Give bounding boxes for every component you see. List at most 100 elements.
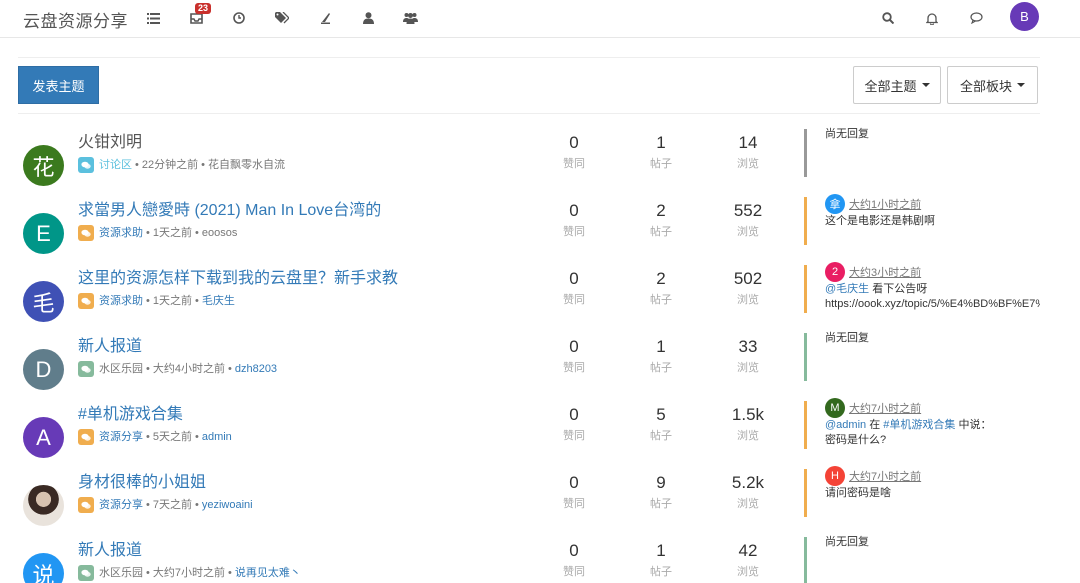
topic-author-avatar[interactable]: E [23,213,64,254]
topic-time[interactable]: 5天之前 [153,429,192,445]
last-reply-avatar[interactable]: M [825,398,845,418]
category-color-bar [804,469,807,517]
last-reply-content: 请问密码是啥 [825,487,891,499]
last-reply-time[interactable]: 大约3小时之前 [849,264,921,280]
topic-time[interactable]: 1天之前 [153,225,192,241]
topic-author[interactable]: 花自飘零水自流 [208,157,285,173]
user-icon[interactable] [358,9,378,27]
topic-author[interactable]: yeziwoaini [202,497,253,513]
topic-title[interactable]: 求當男人戀愛時 (2021) Man In Love台湾的 [78,200,381,222]
topic-author-avatar[interactable] [23,485,64,526]
stat-posts-count: 1 [656,541,666,560]
clock-icon[interactable] [229,9,249,27]
caret-down-icon [1017,83,1025,87]
stat-votes-label: 赞同 [563,226,585,238]
topic-title[interactable]: 身材很棒的小姐姐 [78,472,206,494]
last-reply-time[interactable]: 大约7小时之前 [849,400,921,416]
bell-icon[interactable] [922,9,942,27]
category-color-bar [804,265,807,313]
last-reply-avatar[interactable]: 2 [825,262,845,282]
stat-posts-count: 1 [656,133,666,152]
topic-author[interactable]: admin [202,429,232,445]
stat-posts-count: 1 [656,337,666,356]
topic-title[interactable]: 火钳刘明 [78,132,142,154]
topic-time[interactable]: 大约7小时之前 [153,565,225,581]
topic-author-avatar[interactable]: A [23,417,64,458]
topic-title[interactable]: 这里的资源怎样下载到我的云盘里？新手求教 [78,268,398,290]
topic-category[interactable]: 资源分享 [99,497,143,513]
topic-category[interactable]: 资源求助 [99,225,143,241]
topic-time[interactable]: 大约4小时之前 [153,361,225,377]
stat-views-label: 浏览 [737,498,759,510]
filter-topics-dropdown[interactable]: 全部主题 [853,66,941,104]
last-reply-time[interactable]: 大约1小时之前 [849,196,921,212]
last-reply-text-line2: https://oook.xyz/topic/5/%E4%BD%BF%E7%9 [825,298,1040,310]
users-icon[interactable] [400,9,420,27]
topic-time[interactable]: 7天之前 [153,497,192,513]
last-reply-content: 中说： [955,419,992,431]
stat-posts: 1 帖子 [631,132,691,172]
topic-author-avatar[interactable]: 说 [23,553,64,583]
topic-row: 花火钳刘明 讨论区 • 22分钟之前 • 花自飘零水自流 0 赞同 1 帖子 14 浏览 尚无回复 [0,128,1080,200]
topic-author[interactable]: eoosos [202,225,237,241]
list-icon[interactable] [143,9,163,27]
stat-views-count: 42 [738,541,758,560]
topic-time[interactable]: 1天之前 [153,293,192,309]
mention-link[interactable]: @admin [825,419,866,431]
stat-views-label: 浏览 [737,158,759,170]
stat-views: 33 浏览 [718,336,778,376]
no-reply-text: 尚无回复 [825,536,869,548]
topic-category[interactable]: 水区乐园 [99,565,143,581]
site-brand[interactable]: 云盘资源分享 [23,7,128,32]
last-reply-avatar[interactable]: 拿 [825,194,845,214]
topic-category[interactable]: 讨论区 [99,157,132,173]
topic-meta: 讨论区 • 22分钟之前 • 花自飘零水自流 [78,157,285,173]
comments-icon [78,361,94,377]
topic-meta: 资源求助 • 1天之前 • eoosos [78,225,237,241]
topic-author[interactable]: dzh8203 [235,361,277,377]
topic-row: 说新人报道 水区乐园 • 大约7小时之前 • 说再见太难丶 0 赞同 1 帖子 42 浏览 尚无回复 [0,536,1080,583]
stat-votes: 0 赞同 [544,404,604,444]
comments-icon [78,293,94,309]
stat-posts-label: 帖子 [650,158,672,170]
mention-link[interactable]: @毛庆生 [825,283,869,295]
last-reply: 尚无回复 [825,534,1040,550]
user-avatar[interactable]: B [1010,2,1039,31]
no-reply-text: 尚无回复 [825,128,869,140]
topic-author[interactable]: 说再见太难丶 [235,565,301,581]
last-reply-text-line2: 密码是什么? [825,434,887,446]
topic-meta: 资源求助 • 1天之前 • 毛庆生 [78,293,235,309]
topic-author-avatar[interactable]: D [23,349,64,390]
topic-meta: 水区乐园 • 大约4小时之前 • dzh8203 [78,361,277,377]
topic-category[interactable]: 水区乐园 [99,361,143,377]
popular-icon[interactable] [315,9,335,27]
stat-views-count: 33 [738,337,758,356]
stat-views-label: 浏览 [737,430,759,442]
topic-category[interactable]: 资源求助 [99,293,143,309]
topic-ref-link[interactable]: #单机游戏合集 [883,419,955,431]
stat-votes: 0 赞同 [544,336,604,376]
topic-author-avatar[interactable]: 花 [23,145,64,186]
topic-author[interactable]: 毛庆生 [202,293,235,309]
topic-category[interactable]: 资源分享 [99,429,143,445]
meta-separator: • [201,159,205,171]
topic-author-avatar[interactable]: 毛 [23,281,64,322]
filter-categories-dropdown[interactable]: 全部板块 [947,66,1038,104]
search-icon[interactable] [878,9,898,27]
chat-icon[interactable] [966,9,986,27]
tags-icon[interactable] [272,9,292,27]
topic-title[interactable]: #单机游戏合集 [78,404,183,426]
topic-title[interactable]: 新人报道 [78,540,142,562]
new-topic-button[interactable]: 发表主题 [18,66,99,104]
stat-posts: 9 帖子 [631,472,691,512]
topic-time[interactable]: 22分钟之前 [142,157,198,173]
last-reply-text: @毛庆生 看下公告呀 [825,282,1040,297]
stat-views-count: 5.2k [731,473,765,492]
topic-title[interactable]: 新人报道 [78,336,142,358]
last-reply-avatar[interactable]: H [825,466,845,486]
stat-posts: 1 帖子 [631,540,691,580]
last-reply-content: 在 [866,419,884,431]
topic-row: A #单机游戏合集 资源分享 • 5天之前 • admin 0 赞同 5 帖子 1.5k 浏览 M 大约7小… [0,398,1080,472]
stat-votes-label: 赞同 [563,566,585,578]
last-reply-time[interactable]: 大约7小时之前 [849,468,921,484]
